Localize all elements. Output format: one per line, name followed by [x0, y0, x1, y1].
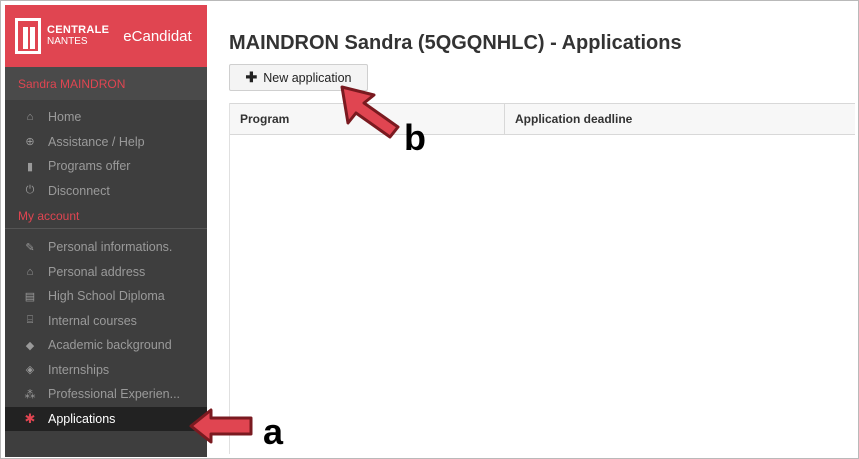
sidebar-item-professional-experience[interactable]: ⁂ Professional Experien... — [5, 382, 207, 407]
sidebar-item-label: Personal address — [48, 264, 146, 279]
sidebar: CENTRALE NANTES eCandidat Sandra MAINDRO… — [5, 5, 207, 457]
pencil-icon: ✎ — [25, 241, 35, 254]
sidebar-item-label: Internal courses — [48, 313, 137, 328]
institution-icon: ⌸ — [26, 314, 34, 327]
plus-icon: ✚ — [245, 69, 258, 85]
sidebar-item-internal-courses[interactable]: ⌸ Internal courses — [5, 309, 207, 334]
page-title: MAINDRON Sandra (5QGQNHLC) - Application… — [229, 32, 682, 54]
bookmark-icon: ▮ — [26, 160, 34, 173]
sidebar-item-label: Applications — [48, 411, 116, 426]
logo-line1: CENTRALE — [47, 24, 110, 36]
graduation-cap-icon: ◆ — [25, 339, 35, 352]
cubes-icon: ⁂ — [24, 388, 36, 401]
sidebar-user-name: Sandra MAINDRON — [5, 67, 207, 100]
logo-mark-icon — [15, 18, 41, 54]
asterisk-icon: ✱ — [24, 410, 36, 426]
sidebar-item-label: Home — [48, 110, 82, 125]
app-frame: CENTRALE NANTES eCandidat Sandra MAINDRO… — [0, 0, 859, 459]
section-label-my-account: My account — [5, 203, 207, 229]
sidebar-item-academic-background[interactable]: ◆ Academic background — [5, 333, 207, 358]
sidebar-item-label: Internships — [48, 362, 110, 377]
sidebar-item-home[interactable]: ⌂ Home — [5, 105, 207, 130]
sidebar-item-label: High School Diploma — [48, 289, 165, 304]
annotation-label-b: b — [404, 117, 426, 158]
sidebar-item-internships[interactable]: ◈ Internships — [5, 358, 207, 383]
sidebar-item-label: Programs offer — [48, 159, 131, 174]
sidebar-item-disconnect[interactable]: ⏻ Disconnect — [5, 179, 207, 204]
sidebar-item-applications[interactable]: ✱ Applications — [5, 406, 207, 431]
sidebar-item-label: Professional Experien... — [48, 387, 181, 402]
centrale-nantes-logo: CENTRALE NANTES — [15, 18, 109, 54]
main-nav: ⌂ Home ⊕ Assistance / Help ▮ Programs of… — [5, 105, 207, 203]
sidebar-item-label: Personal informations. — [48, 240, 173, 255]
annotation-arrow-a-icon — [189, 408, 253, 444]
app-name: eCandidat — [123, 27, 192, 45]
main-content: MAINDRON Sandra (5QGQNHLC) - Application… — [207, 5, 855, 454]
sidebar-item-high-school-diploma[interactable]: ▤ High School Diploma — [5, 284, 207, 309]
sidebar-item-assistance[interactable]: ⊕ Assistance / Help — [5, 130, 207, 155]
logo-line2: NANTES — [47, 36, 88, 47]
sidebar-item-programs-offer[interactable]: ▮ Programs offer — [5, 154, 207, 179]
column-header-application-deadline[interactable]: Application deadline — [505, 104, 855, 134]
sidebar-item-personal-address[interactable]: ⌂ Personal address — [5, 260, 207, 285]
cube-icon: ◈ — [25, 364, 35, 377]
book-icon: ▤ — [24, 290, 36, 303]
sidebar-item-label: Assistance / Help — [48, 134, 145, 149]
applications-table: Program Application deadline — [229, 103, 855, 454]
home-icon: ⌂ — [26, 265, 34, 278]
power-icon: ⏻ — [25, 184, 35, 197]
sidebar-item-personal-informations[interactable]: ✎ Personal informations. — [5, 235, 207, 260]
annotation-arrow-b-icon — [340, 85, 400, 139]
lifebuoy-icon: ⊕ — [25, 136, 35, 149]
table-header: Program Application deadline — [230, 103, 855, 135]
sidebar-item-label: Disconnect — [48, 183, 110, 198]
account-nav: ✎ Personal informations. ⌂ Personal addr… — [5, 235, 207, 431]
annotation-label-a: a — [263, 411, 284, 452]
sidebar-item-label: Academic background — [48, 338, 172, 353]
home-icon: ⌂ — [26, 111, 34, 124]
brand-header[interactable]: CENTRALE NANTES eCandidat — [5, 5, 207, 67]
